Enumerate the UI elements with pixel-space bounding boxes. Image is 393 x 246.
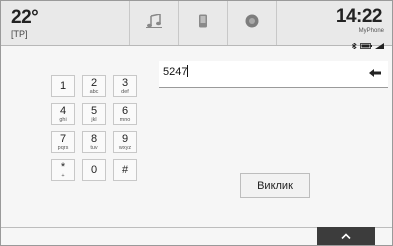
key-digit: 3: [121, 76, 129, 89]
top-bar: 22° [TP] 14:22 MyPhone: [1, 1, 392, 50]
tab-info[interactable]: [227, 1, 276, 45]
music-note-icon: [146, 12, 162, 33]
key-4[interactable]: 4 ghi: [51, 103, 75, 125]
key-1[interactable]: 1: [51, 75, 75, 97]
key-0[interactable]: 0: [82, 159, 106, 181]
temperature: 22°: [11, 7, 39, 28]
clock: 14:22: [335, 6, 383, 27]
key-8[interactable]: 8 tuv: [82, 131, 106, 153]
key-letters: def: [121, 88, 129, 95]
key-letters: wxyz: [118, 144, 132, 151]
key-digit: 7: [59, 132, 67, 145]
bluetooth-icon: [351, 36, 357, 54]
info-icon: [245, 14, 259, 33]
text-cursor: [187, 65, 189, 77]
key-digit: 8: [90, 132, 98, 145]
key-letters: ghi: [59, 116, 67, 123]
key-6[interactable]: 6 mno: [113, 103, 137, 125]
key-digit: 6: [121, 104, 129, 117]
key-digit: 9: [121, 132, 129, 145]
key-letters: tuv: [90, 144, 98, 151]
key-5[interactable]: 5 jkl: [82, 103, 106, 125]
key-digit: 1: [59, 79, 67, 92]
backspace-button[interactable]: [368, 66, 382, 80]
tab-phone[interactable]: [178, 1, 227, 45]
signal-icon: [375, 36, 384, 54]
phone-status: [351, 36, 384, 54]
chevron-up-icon: [341, 233, 351, 239]
key-7[interactable]: 7 pqrs: [51, 131, 75, 153]
key-digit: 5: [90, 104, 98, 117]
phone-icon: [198, 14, 208, 33]
key-digit: 2: [90, 76, 98, 89]
key-letters: jkl: [91, 116, 97, 123]
key-digit: *: [60, 160, 66, 173]
connected-phone-name: MyPhone: [358, 28, 384, 34]
tab-divider: [276, 1, 297, 45]
phone-number-value: 5247: [163, 65, 189, 78]
battery-icon: [360, 36, 372, 54]
key-2[interactable]: 2 abc: [82, 75, 106, 97]
key-hash[interactable]: #: [113, 159, 137, 181]
key-9[interactable]: 9 wxyz: [113, 131, 137, 153]
key-letters: abc: [89, 88, 99, 95]
tab-audio[interactable]: [129, 1, 178, 45]
key-digit: #: [121, 163, 129, 176]
traffic-program-indicator: [TP]: [11, 29, 28, 39]
key-letters: pqrs: [57, 144, 69, 151]
key-digit: 4: [59, 104, 67, 117]
backspace-arrow-icon: [369, 69, 381, 77]
key-letters: +: [61, 172, 65, 179]
phone-number-field[interactable]: 5247: [159, 61, 388, 88]
key-letters: mno: [119, 116, 131, 123]
expand-up-button[interactable]: [317, 227, 375, 245]
call-button[interactable]: Виклик: [240, 173, 310, 198]
phone-keypad-screen: 22° [TP] 14:22 MyPhone 1 2 abc 3 def 4 g…: [0, 0, 393, 246]
key-3[interactable]: 3 def: [113, 75, 137, 97]
key-star[interactable]: * +: [51, 159, 75, 181]
key-digit: 0: [90, 163, 98, 176]
